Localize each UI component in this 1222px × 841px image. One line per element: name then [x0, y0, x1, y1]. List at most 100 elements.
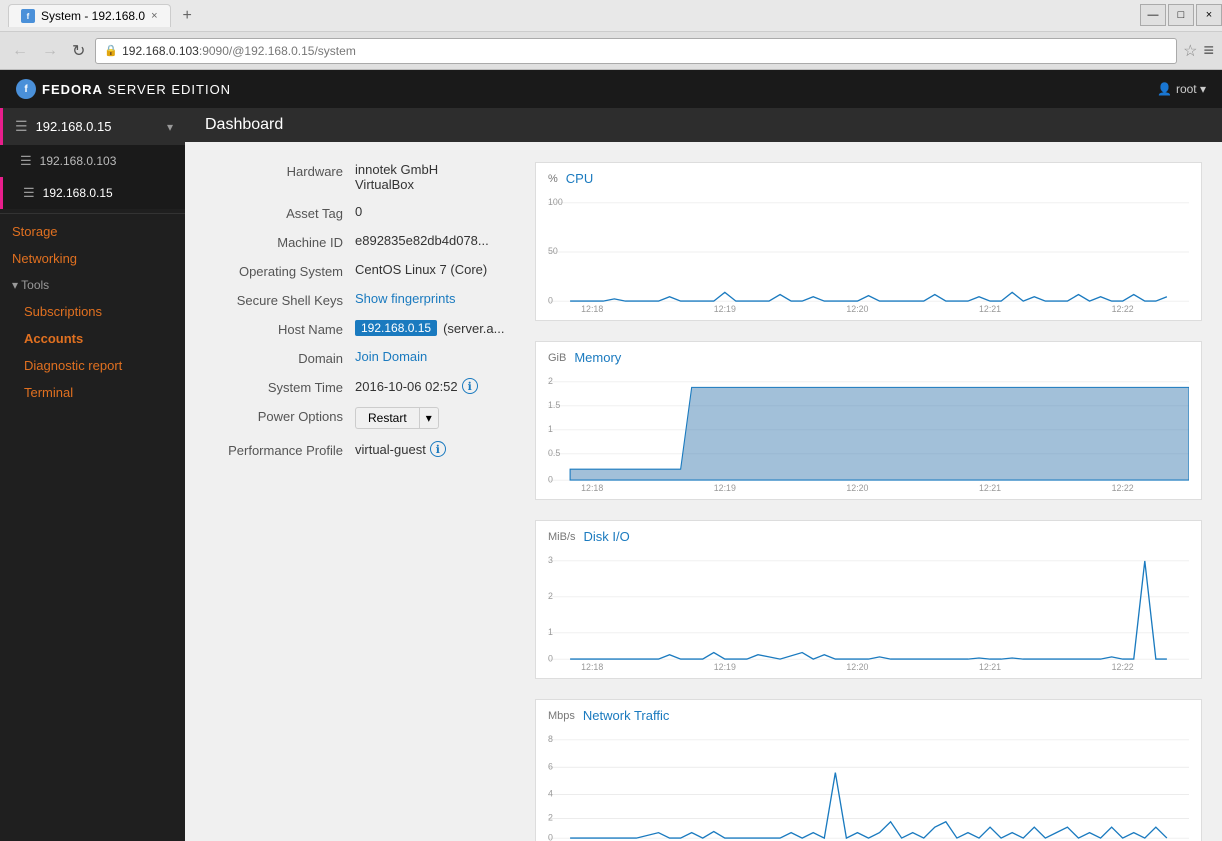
- tab-close-btn[interactable]: ×: [151, 10, 157, 22]
- host-badge: 192.168.0.15: [355, 320, 437, 336]
- profile-info-icon[interactable]: ℹ: [430, 441, 446, 457]
- hardware-row: Hardware innotek GmbH VirtualBox: [205, 162, 505, 192]
- svg-text:3: 3: [548, 555, 553, 565]
- svg-text:12:19: 12:19: [714, 483, 736, 491]
- svg-text:1: 1: [548, 424, 553, 434]
- bookmark-button[interactable]: ☆: [1183, 41, 1197, 61]
- power-label: Power Options: [205, 407, 355, 424]
- network-chart: 8 6 4 2 0 12:18 12:19 12:20: [548, 729, 1189, 841]
- sidebar-item-networking[interactable]: Networking: [0, 245, 185, 272]
- user-icon: 👤: [1157, 82, 1172, 96]
- sidebar-host-103[interactable]: ☰ 192.168.0.103: [0, 145, 185, 177]
- disk-chart-title: MiB/s Disk I/O: [548, 529, 1189, 544]
- forward-button[interactable]: →: [38, 40, 62, 62]
- svg-text:8: 8: [548, 734, 553, 744]
- ssh-label: Secure Shell Keys: [205, 291, 355, 308]
- refresh-button[interactable]: ↻: [68, 39, 89, 63]
- time-info-icon[interactable]: ℹ: [462, 378, 478, 394]
- svg-text:12:21: 12:21: [979, 304, 1001, 312]
- user-menu[interactable]: 👤 root ▾: [1157, 82, 1206, 96]
- sidebar: ☰ 192.168.0.15 ▾ ☰ 192.168.0.103 ☰ 192.1…: [0, 108, 185, 841]
- ssl-icon: 🔒: [104, 44, 118, 57]
- asset-tag-label: Asset Tag: [205, 204, 355, 221]
- profile-value-container: virtual-guest ℹ: [355, 441, 505, 457]
- machine-id-label: Machine ID: [205, 233, 355, 250]
- sidebar-item-accounts[interactable]: Accounts: [0, 325, 185, 352]
- app-header: f FEDORA SERVER EDITION 👤 root ▾: [0, 70, 1222, 108]
- network-chart-title: Mbps Network Traffic: [548, 708, 1189, 723]
- disk-unit: MiB/s: [548, 531, 576, 543]
- favicon: f: [21, 9, 35, 23]
- sidebar-item-diagnostic[interactable]: Diagnostic report: [0, 352, 185, 379]
- power-row: Power Options Restart ▾: [205, 407, 505, 429]
- svg-text:1.5: 1.5: [548, 400, 560, 410]
- window-close-button[interactable]: ×: [1196, 4, 1222, 26]
- hostname-value: 192.168.0.15 (server.a...: [355, 320, 505, 336]
- profile-label: Performance Profile: [205, 441, 355, 458]
- svg-text:12:18: 12:18: [581, 304, 603, 312]
- window-maximize-button[interactable]: □: [1168, 4, 1194, 26]
- disk-title: Disk I/O: [584, 529, 630, 544]
- join-domain-link[interactable]: Join Domain: [355, 349, 505, 364]
- svg-text:12:18: 12:18: [581, 483, 603, 491]
- restart-dropdown-button[interactable]: ▾: [419, 407, 439, 429]
- ssh-fingerprints-link[interactable]: Show fingerprints: [355, 291, 505, 306]
- svg-text:12:22: 12:22: [1112, 483, 1134, 491]
- window-minimize-button[interactable]: —: [1140, 4, 1166, 26]
- time-value[interactable]: 2016-10-06 02:52: [355, 379, 458, 394]
- time-label: System Time: [205, 378, 355, 395]
- sidebar-accounts-label: Accounts: [24, 331, 83, 346]
- memory-chart-svg: 2 1.5 1 0.5 0 12:18 12:19 12:20: [548, 371, 1189, 491]
- sidebar-storage-label: Storage: [12, 224, 58, 239]
- hostname-row: Host Name 192.168.0.15 (server.a...: [205, 320, 505, 337]
- browser-menu-button[interactable]: ≡: [1203, 40, 1214, 61]
- network-title: Network Traffic: [583, 708, 669, 723]
- disk-chart: 3 2 1 0 12:18 12:19 12:20 12:21: [548, 550, 1189, 670]
- svg-text:1: 1: [548, 627, 553, 637]
- browser-tab[interactable]: f System - 192.168.0 ×: [8, 4, 171, 27]
- host-103-icon: ☰: [20, 153, 32, 169]
- sidebar-host-primary[interactable]: ☰ 192.168.0.15 ▾: [0, 108, 185, 145]
- new-tab-button[interactable]: +: [171, 3, 204, 29]
- back-button[interactable]: ←: [8, 40, 32, 62]
- cpu-chart-title: % CPU: [548, 171, 1189, 186]
- svg-text:2: 2: [548, 376, 553, 386]
- user-label: root ▾: [1176, 82, 1206, 96]
- asset-tag-row: Asset Tag 0: [205, 204, 505, 221]
- tab-title: System - 192.168.0: [41, 9, 145, 23]
- memory-chart: 2 1.5 1 0.5 0 12:18 12:19 12:20: [548, 371, 1189, 491]
- address-bar[interactable]: 🔒 192.168.0.103:9090/@192.168.0.15/syste…: [95, 38, 1177, 64]
- profile-value[interactable]: virtual-guest: [355, 442, 426, 457]
- sidebar-host-15[interactable]: ☰ 192.168.0.15: [0, 177, 185, 209]
- sidebar-item-terminal[interactable]: Terminal: [0, 379, 185, 406]
- hardware-vendor: innotek GmbH: [355, 162, 505, 177]
- memory-chart-title: GiB Memory: [548, 350, 1189, 365]
- svg-text:2: 2: [548, 813, 553, 823]
- machine-id-value: e892835e82db4d078...: [355, 233, 505, 248]
- memory-chart-section: GiB Memory: [535, 341, 1202, 500]
- svg-text:12:19: 12:19: [714, 304, 736, 312]
- sidebar-item-subscriptions[interactable]: Subscriptions: [0, 298, 185, 325]
- time-value-container: 2016-10-06 02:52 ℹ: [355, 378, 505, 394]
- domain-row: Domain Join Domain: [205, 349, 505, 366]
- memory-title: Memory: [574, 350, 621, 365]
- host-icon: ☰: [15, 118, 28, 135]
- hostname-label: Host Name: [205, 320, 355, 337]
- sidebar-item-storage[interactable]: Storage: [0, 218, 185, 245]
- cpu-title: CPU: [566, 171, 593, 186]
- machine-id-row: Machine ID e892835e82db4d078...: [205, 233, 505, 250]
- svg-text:12:22: 12:22: [1112, 662, 1134, 670]
- svg-text:0.5: 0.5: [548, 448, 560, 458]
- sidebar-tools-section[interactable]: ▾ Tools: [0, 272, 185, 298]
- svg-text:12:20: 12:20: [846, 304, 868, 312]
- hardware-value: innotek GmbH VirtualBox: [355, 162, 505, 192]
- power-options: Restart ▾: [355, 407, 505, 429]
- svg-text:12:20: 12:20: [846, 483, 868, 491]
- svg-text:12:21: 12:21: [979, 662, 1001, 670]
- asset-tag-value: 0: [355, 204, 505, 219]
- url-host: 192.168.0.103: [122, 44, 199, 58]
- restart-button[interactable]: Restart: [355, 407, 419, 429]
- hardware-model: VirtualBox: [355, 177, 505, 192]
- disk-chart-section: MiB/s Disk I/O 3: [535, 520, 1202, 679]
- sidebar-host-15-label: 192.168.0.15: [43, 186, 113, 200]
